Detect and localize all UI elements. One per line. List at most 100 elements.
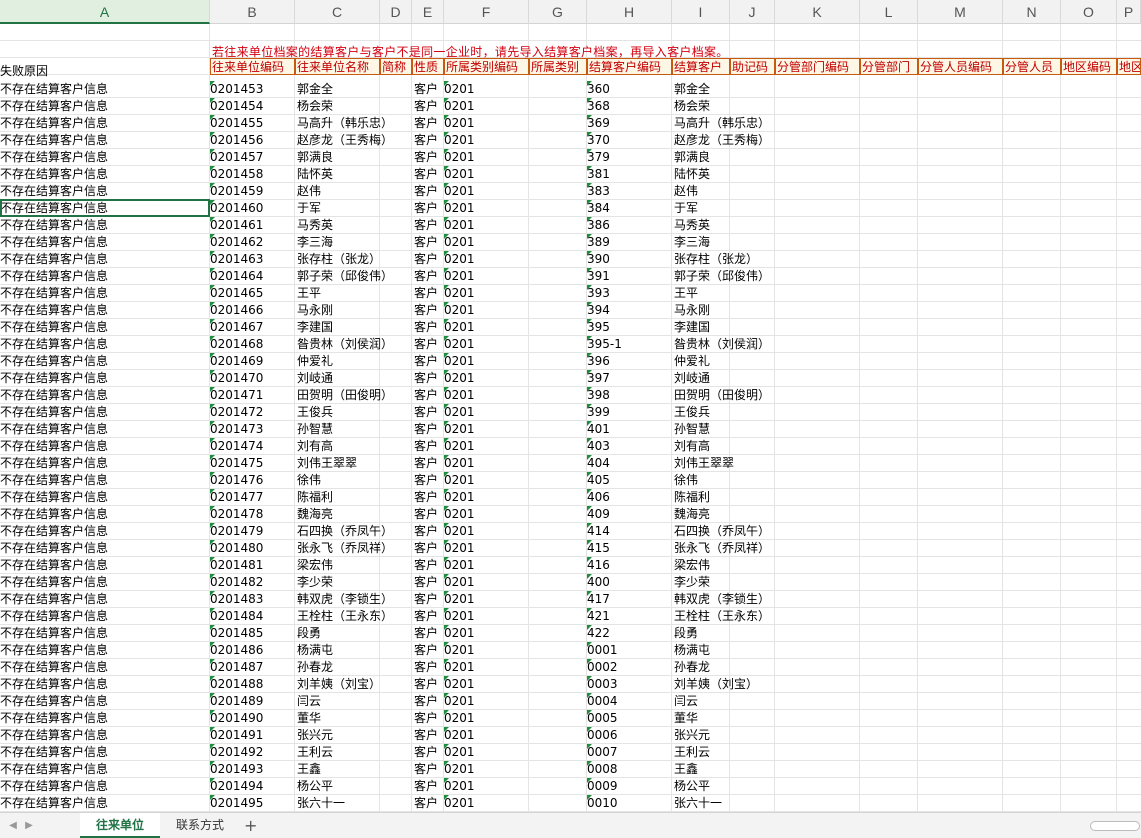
cell-name[interactable]: 于军 bbox=[295, 200, 415, 217]
cell-code[interactable]: 0201487 bbox=[210, 659, 295, 676]
cell-name[interactable]: 赵彦龙（王秀梅） bbox=[295, 132, 415, 149]
cell-sn[interactable]: 刘岐通 bbox=[672, 370, 792, 387]
cell-sn[interactable]: 王利云 bbox=[672, 744, 792, 761]
cell-sc[interactable]: 0010 bbox=[587, 795, 672, 812]
cell-sn[interactable]: 孙智慧 bbox=[672, 421, 792, 438]
cell-sn[interactable]: 马永刚 bbox=[672, 302, 792, 319]
cell-sc[interactable]: 389 bbox=[587, 234, 672, 251]
cell-reason[interactable]: 不存在结算客户信息 bbox=[0, 183, 210, 200]
cell-code[interactable]: 0201483 bbox=[210, 591, 295, 608]
cell-code[interactable]: 0201489 bbox=[210, 693, 295, 710]
cell-sn[interactable]: 徐伟 bbox=[672, 472, 792, 489]
cell-name[interactable]: 韩双虎（李锁生） bbox=[295, 591, 415, 608]
field-header-cell[interactable]: 结算客户 bbox=[672, 58, 730, 75]
cell-nature[interactable]: 客户 bbox=[412, 591, 444, 608]
cell-nature[interactable]: 客户 bbox=[412, 200, 444, 217]
cell-name[interactable]: 李少荣 bbox=[295, 574, 415, 591]
cell-code[interactable]: 0201481 bbox=[210, 557, 295, 574]
cell-sn[interactable]: 赵伟 bbox=[672, 183, 792, 200]
cell-name[interactable]: 刘岐通 bbox=[295, 370, 415, 387]
cell-sc[interactable]: 381 bbox=[587, 166, 672, 183]
cell-sc[interactable]: 414 bbox=[587, 523, 672, 540]
spreadsheet-grid[interactable]: 若往来单位档案的结算客户与客户不是同一企业时，请先导入结算客户档案，再导入客户档… bbox=[0, 24, 1141, 812]
cell-sn[interactable]: 张存柱（张龙） bbox=[672, 251, 792, 268]
cell-sc[interactable]: 394 bbox=[587, 302, 672, 319]
cell-sn[interactable]: 杨满屯 bbox=[672, 642, 792, 659]
cell-nature[interactable]: 客户 bbox=[412, 676, 444, 693]
cell-nature[interactable]: 客户 bbox=[412, 625, 444, 642]
cell-reason[interactable]: 不存在结算客户信息 bbox=[0, 302, 210, 319]
fail-reason-header[interactable]: 失败原因 bbox=[0, 62, 48, 79]
cell-name[interactable]: 陆怀英 bbox=[295, 166, 415, 183]
column-header-a[interactable]: A bbox=[0, 0, 210, 24]
cell-reason[interactable]: 不存在结算客户信息 bbox=[0, 149, 210, 166]
cell-sn[interactable]: 魏海亮 bbox=[672, 506, 792, 523]
cell-sc[interactable]: 390 bbox=[587, 251, 672, 268]
cell-nature[interactable]: 客户 bbox=[412, 234, 444, 251]
cell-reason[interactable]: 不存在结算客户信息 bbox=[0, 659, 210, 676]
cell-name[interactable]: 闫云 bbox=[295, 693, 415, 710]
cell-code[interactable]: 0201470 bbox=[210, 370, 295, 387]
cell-cat[interactable]: 0201 bbox=[444, 574, 529, 591]
cell-nature[interactable]: 客户 bbox=[412, 472, 444, 489]
cell-code[interactable]: 0201461 bbox=[210, 217, 295, 234]
column-header-e[interactable]: E bbox=[412, 0, 444, 24]
cell-code[interactable]: 0201456 bbox=[210, 132, 295, 149]
cell-code[interactable]: 0201458 bbox=[210, 166, 295, 183]
cell-reason[interactable]: 不存在结算客户信息 bbox=[0, 778, 210, 795]
cell-code[interactable]: 0201479 bbox=[210, 523, 295, 540]
cell-reason[interactable]: 不存在结算客户信息 bbox=[0, 455, 210, 472]
field-header-cell[interactable]: 地区编码 bbox=[1061, 58, 1117, 75]
cell-sc[interactable]: 417 bbox=[587, 591, 672, 608]
cell-name[interactable]: 刘有高 bbox=[295, 438, 415, 455]
cell-sc[interactable]: 421 bbox=[587, 608, 672, 625]
cell-code[interactable]: 0201495 bbox=[210, 795, 295, 812]
cell-reason[interactable]: 不存在结算客户信息 bbox=[0, 727, 210, 744]
cell-sn[interactable]: 刘羊姨（刘宝） bbox=[672, 676, 792, 693]
cell-name[interactable]: 马永刚 bbox=[295, 302, 415, 319]
cell-cat[interactable]: 0201 bbox=[444, 336, 529, 353]
cell-reason[interactable]: 不存在结算客户信息 bbox=[0, 370, 210, 387]
cell-name[interactable]: 郭金全 bbox=[295, 81, 415, 98]
cell-reason[interactable]: 不存在结算客户信息 bbox=[0, 319, 210, 336]
cell-reason[interactable]: 不存在结算客户信息 bbox=[0, 234, 210, 251]
prev-sheet-icon[interactable]: ◀ bbox=[6, 819, 20, 833]
cell-name[interactable]: 孙智慧 bbox=[295, 421, 415, 438]
cell-sc[interactable]: 360 bbox=[587, 81, 672, 98]
cell-sc[interactable]: 0009 bbox=[587, 778, 672, 795]
cell-reason[interactable]: 不存在结算客户信息 bbox=[0, 98, 210, 115]
cell-nature[interactable]: 客户 bbox=[412, 506, 444, 523]
cell-sn[interactable]: 韩双虎（李锁生） bbox=[672, 591, 792, 608]
cell-name[interactable]: 张存柱（张龙） bbox=[295, 251, 415, 268]
cell-code[interactable]: 0201493 bbox=[210, 761, 295, 778]
cell-nature[interactable]: 客户 bbox=[412, 268, 444, 285]
cell-cat[interactable]: 0201 bbox=[444, 693, 529, 710]
field-header-cell[interactable]: 结算客户编码 bbox=[587, 58, 672, 75]
cell-cat[interactable]: 0201 bbox=[444, 727, 529, 744]
cell-sc[interactable]: 395 bbox=[587, 319, 672, 336]
cell-name[interactable]: 李三海 bbox=[295, 234, 415, 251]
cell-sn[interactable]: 杨会荣 bbox=[672, 98, 792, 115]
cell-sn[interactable]: 张永飞（乔凤祥） bbox=[672, 540, 792, 557]
cell-reason[interactable]: 不存在结算客户信息 bbox=[0, 693, 210, 710]
cell-nature[interactable]: 客户 bbox=[412, 489, 444, 506]
cell-cat[interactable]: 0201 bbox=[444, 319, 529, 336]
cell-reason[interactable]: 不存在结算客户信息 bbox=[0, 676, 210, 693]
cell-sc[interactable]: 0006 bbox=[587, 727, 672, 744]
cell-reason[interactable]: 不存在结算客户信息 bbox=[0, 710, 210, 727]
cell-sn[interactable]: 马秀英 bbox=[672, 217, 792, 234]
cell-sc[interactable]: 400 bbox=[587, 574, 672, 591]
cell-cat[interactable]: 0201 bbox=[444, 370, 529, 387]
cell-name[interactable]: 郭子荣（邱俊伟） bbox=[295, 268, 415, 285]
cell-reason[interactable]: 不存在结算客户信息 bbox=[0, 404, 210, 421]
cell-sc[interactable]: 397 bbox=[587, 370, 672, 387]
cell-nature[interactable]: 客户 bbox=[412, 285, 444, 302]
horizontal-scrollbar[interactable] bbox=[1090, 821, 1140, 831]
cell-code[interactable]: 0201466 bbox=[210, 302, 295, 319]
cell-name[interactable]: 张兴元 bbox=[295, 727, 415, 744]
cell-sn[interactable]: 闫云 bbox=[672, 693, 792, 710]
field-header-cell[interactable]: 往来单位名称 bbox=[295, 58, 380, 75]
cell-reason[interactable]: 不存在结算客户信息 bbox=[0, 608, 210, 625]
cell-sc[interactable]: 406 bbox=[587, 489, 672, 506]
column-header-d[interactable]: D bbox=[380, 0, 412, 24]
